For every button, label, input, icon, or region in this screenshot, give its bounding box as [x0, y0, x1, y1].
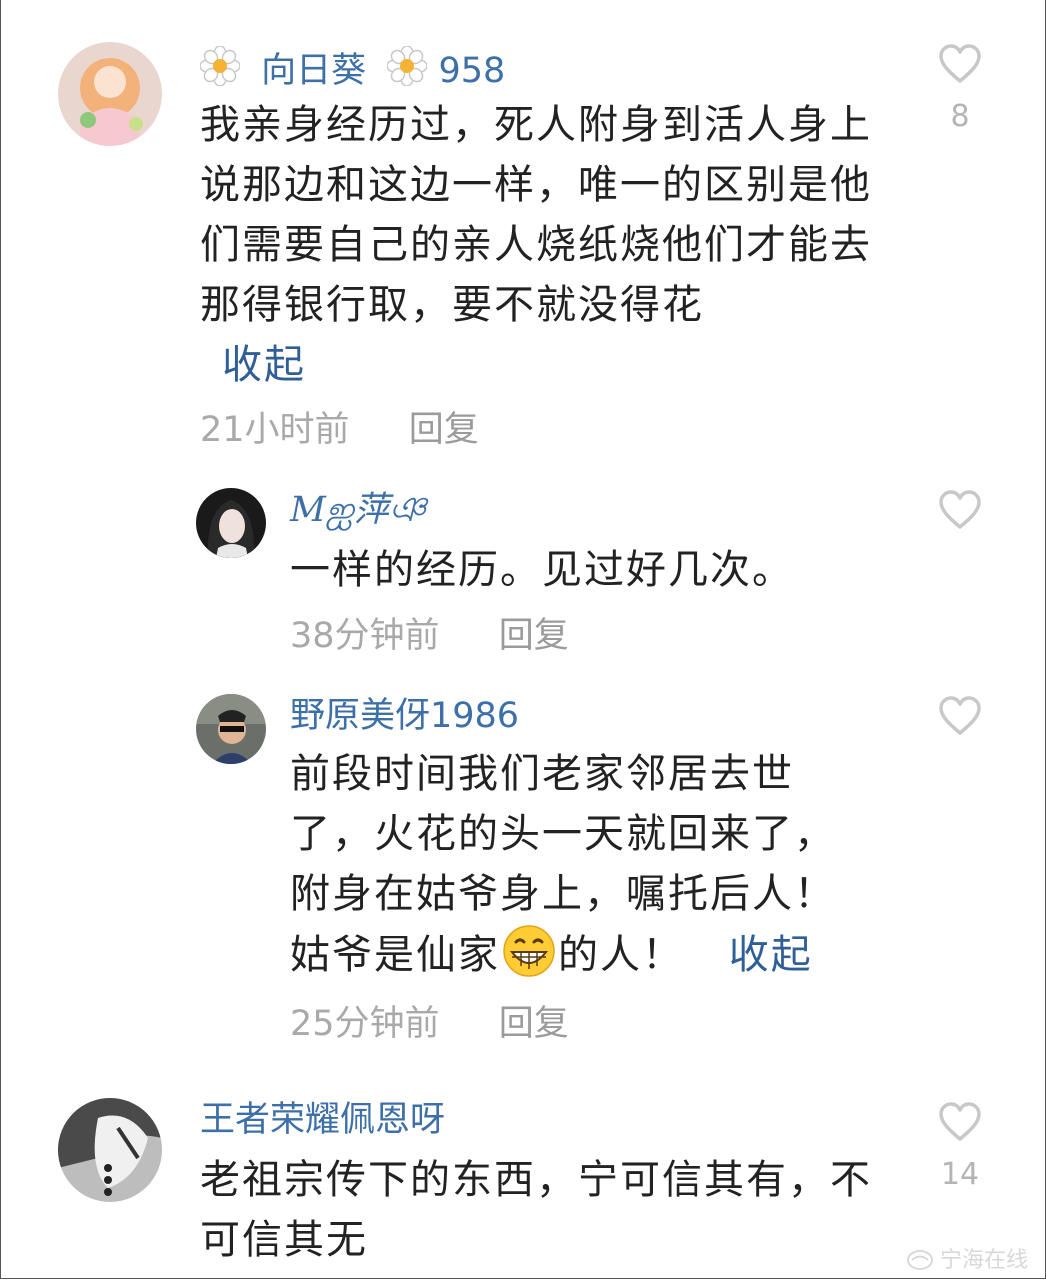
heart-outline-icon[interactable] — [938, 44, 982, 84]
avatar-image — [196, 694, 266, 764]
reply-button[interactable]: 回复 — [409, 410, 479, 450]
comment-text: 前段时间我们老家邻居去世了，火花的头一天就回来了，附身在姑爷身上，嘱托后人！姑爷… — [290, 744, 870, 985]
avatar[interactable] — [196, 488, 266, 558]
timestamp: 25分钟前 — [290, 1004, 440, 1044]
username-name: 向日葵 — [261, 51, 367, 91]
grinning-face-emoji — [503, 925, 555, 977]
reply-button[interactable]: 回复 — [499, 1004, 569, 1044]
comment-meta: 25分钟前 回复 — [290, 1004, 569, 1044]
avatar-image — [58, 1098, 162, 1202]
collapse-link[interactable]: 收起 — [729, 932, 813, 978]
flower-icon — [200, 46, 240, 86]
avatar[interactable] — [196, 694, 266, 764]
avatar[interactable] — [58, 42, 162, 146]
flower-icon — [387, 46, 428, 86]
comment-body-tail: 的人！ — [558, 932, 684, 978]
watermark-logo-icon — [906, 1250, 933, 1270]
username[interactable]: Mஐ萍ঞ — [290, 490, 426, 530]
reply-button[interactable]: 回复 — [499, 616, 569, 656]
avatar[interactable] — [58, 1098, 162, 1202]
username[interactable]: 王者荣耀佩恩呀 — [200, 1100, 445, 1140]
username-suffix: 958 — [438, 51, 506, 91]
like-count: 14 — [940, 1157, 980, 1192]
watermark-text: 宁海在线 — [939, 1248, 1028, 1273]
comment-body: 一样的经历。见过好几次。 — [290, 547, 794, 593]
username[interactable]: 野原美伢1986 — [290, 696, 519, 736]
timestamp: 21小时前 — [200, 410, 350, 450]
comment-body: 我亲身经历过，死人附身到活人身上说那边和这边一样，唯一的区别是他们需要自己的亲人… — [200, 102, 872, 328]
avatar-image — [196, 488, 266, 558]
like-count: 8 — [950, 99, 970, 134]
avatar-image — [58, 42, 162, 146]
username[interactable]: 向日葵 958 — [200, 46, 505, 91]
comment-meta: 38分钟前 回复 — [290, 616, 569, 656]
comment-meta: 21小时前 回复 — [200, 410, 479, 450]
comment-text: 我亲身经历过，死人附身到活人身上说那边和这边一样，唯一的区别是他们需要自己的亲人… — [200, 95, 890, 395]
heart-outline-icon[interactable] — [938, 696, 982, 736]
heart-outline-icon[interactable] — [938, 1102, 982, 1142]
watermark: 宁海在线 — [906, 1242, 1028, 1274]
comment-body: 老祖宗传下的东西，宁可信其有，不可信其无 — [200, 1157, 872, 1263]
heart-outline-icon[interactable] — [938, 490, 982, 530]
collapse-link[interactable]: 收起 — [222, 342, 306, 388]
timestamp: 38分钟前 — [290, 616, 440, 656]
